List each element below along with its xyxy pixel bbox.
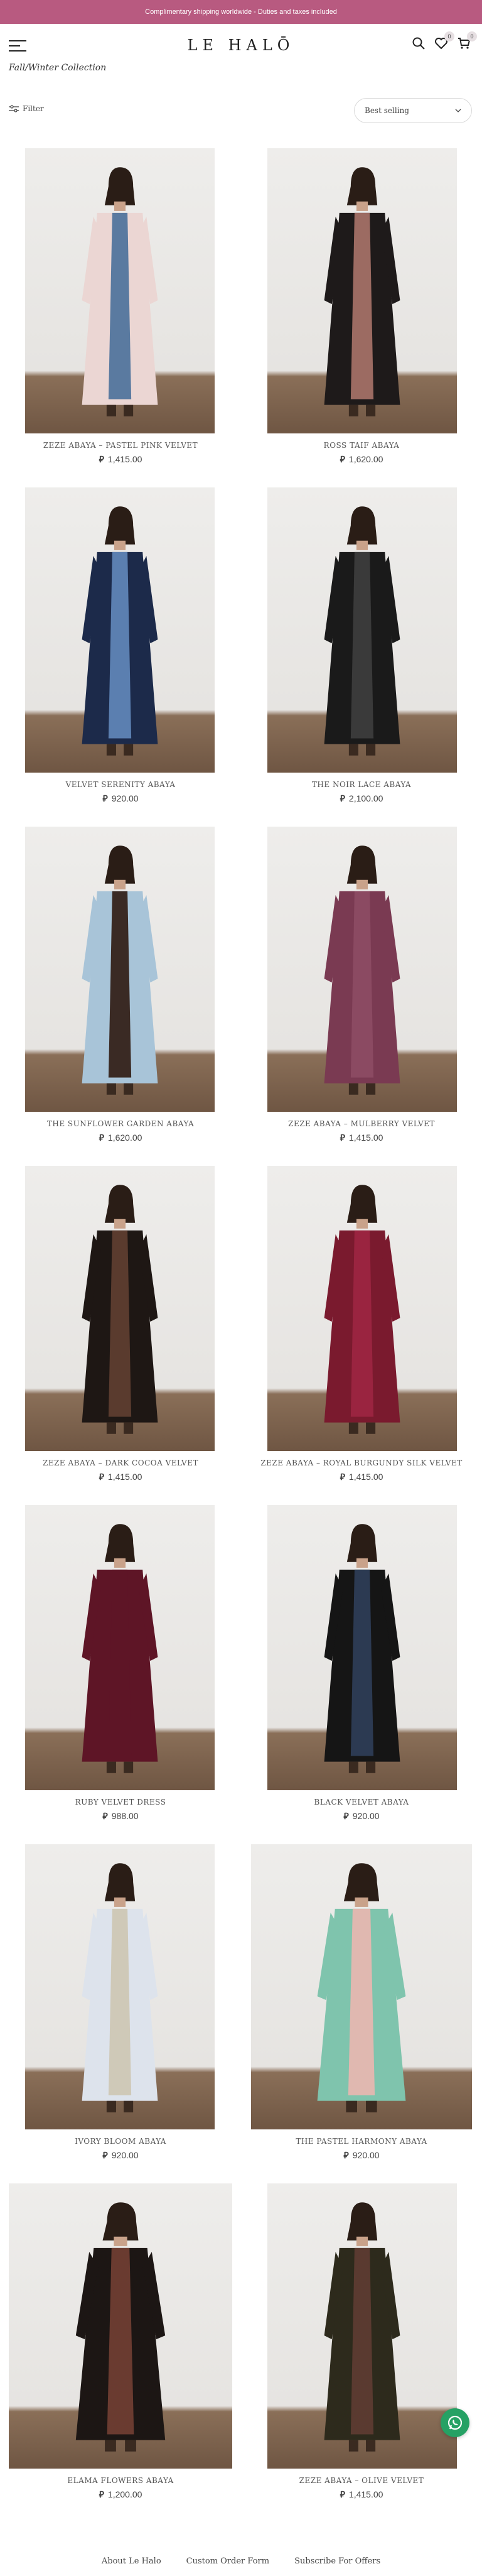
currency-icon: ⃁ <box>343 1811 349 1821</box>
price-amount: 920.00 <box>352 2150 380 2160</box>
product-price: ⃁ 1,620.00 <box>251 454 472 465</box>
cart-icon[interactable]: 0 <box>457 31 477 50</box>
footer-link-custom-order[interactable]: Custom Order Form <box>186 2557 269 2566</box>
product-price: ⃁ 920.00 <box>251 2149 472 2161</box>
currency-icon: ⃁ <box>102 793 108 803</box>
product-name[interactable]: ZEZE ABAYA – OLIVE VELVET <box>251 2476 472 2485</box>
price-amount: 1,200.00 <box>107 2489 142 2499</box>
wishlist-icon[interactable]: 0 <box>434 31 454 50</box>
price-amount: 1,415.00 <box>348 2489 383 2499</box>
site-logo[interactable]: LE HALŌ <box>0 36 482 54</box>
cart-count-badge: 0 <box>467 31 477 41</box>
sort-value: Best selling <box>365 106 409 115</box>
product-name[interactable]: IVORY BLOOM ABAYA <box>10 2137 231 2146</box>
price-amount: 988.00 <box>111 1811 139 1821</box>
product-image[interactable] <box>25 1844 215 2129</box>
currency-icon: ⃁ <box>340 1133 345 1143</box>
price-amount: 1,415.00 <box>107 1472 142 1482</box>
price-amount: 2,100.00 <box>348 793 383 803</box>
currency-icon: ⃁ <box>340 1472 345 1482</box>
price-amount: 920.00 <box>352 1811 380 1821</box>
price-amount: 1,620.00 <box>348 454 383 464</box>
currency-icon: ⃁ <box>102 2150 108 2160</box>
product-image[interactable] <box>267 487 457 773</box>
whatsapp-button[interactable] <box>441 2408 469 2437</box>
product-price: ⃁ 1,415.00 <box>10 454 231 465</box>
footer-links: About Le Halo Custom Order Form Subscrib… <box>0 2557 482 2566</box>
product-image[interactable] <box>25 487 215 773</box>
promo-bar: Complimentary shipping worldwide - Dutie… <box>0 0 482 24</box>
product-price: ⃁ 920.00 <box>251 1810 472 1822</box>
product-name[interactable]: BLACK VELVET ABAYA <box>251 1798 472 1807</box>
footer-link-about[interactable]: About Le Halo <box>102 2557 161 2566</box>
currency-icon: ⃁ <box>102 1811 108 1821</box>
chevron-down-icon <box>455 109 461 112</box>
collection-title: Fall/Winter Collection <box>9 63 107 73</box>
price-amount: 920.00 <box>111 793 139 803</box>
product-image[interactable] <box>25 1505 215 1790</box>
product-price: ⃁ 920.00 <box>10 793 231 804</box>
product-image[interactable] <box>9 2183 232 2469</box>
price-amount: 1,415.00 <box>107 454 142 464</box>
product-image[interactable] <box>25 827 215 1112</box>
currency-icon: ⃁ <box>340 2489 345 2499</box>
filter-button[interactable]: Filter <box>9 104 44 113</box>
product-image[interactable] <box>267 1505 457 1790</box>
header-icons: 0 0 <box>412 31 477 50</box>
product-name[interactable]: RUBY VELVET DRESS <box>10 1798 231 1807</box>
product-image[interactable] <box>267 1166 457 1451</box>
currency-icon: ⃁ <box>99 1133 104 1143</box>
product-image[interactable] <box>25 1166 215 1451</box>
product-name[interactable]: THE SUNFLOWER GARDEN ABAYA <box>10 1119 231 1128</box>
filter-label: Filter <box>23 104 44 113</box>
product-price: ⃁ 920.00 <box>10 2149 231 2161</box>
product-name[interactable]: ROSS TAIF ABAYA <box>251 441 472 450</box>
whatsapp-icon <box>447 2415 463 2430</box>
filter-icon <box>9 105 19 112</box>
product-name[interactable]: ZEZE ABAYA – DARK COCOA VELVET <box>10 1459 231 1467</box>
currency-icon: ⃁ <box>343 2150 349 2160</box>
currency-icon: ⃁ <box>99 1472 104 1482</box>
product-price: ⃁ 1,415.00 <box>10 1471 231 1482</box>
product-name[interactable]: ZEZE ABAYA – ROYAL BURGUNDY SILK VELVET <box>251 1459 472 1467</box>
currency-icon: ⃁ <box>340 793 345 803</box>
price-amount: 1,415.00 <box>348 1472 383 1482</box>
product-price: ⃁ 1,415.00 <box>251 1132 472 1143</box>
product-price: ⃁ 2,100.00 <box>251 793 472 804</box>
currency-icon: ⃁ <box>99 454 104 464</box>
product-image[interactable] <box>251 1844 472 2129</box>
product-price: ⃁ 1,620.00 <box>10 1132 231 1143</box>
product-price: ⃁ 988.00 <box>10 1810 231 1822</box>
product-image[interactable] <box>267 148 457 433</box>
product-name[interactable]: ZEZE ABAYA – PASTEL PINK VELVET <box>10 441 231 450</box>
product-name[interactable]: VELVET SERENITY ABAYA <box>10 780 231 789</box>
product-image[interactable] <box>267 827 457 1112</box>
product-name[interactable]: THE PASTEL HARMONY ABAYA <box>251 2137 472 2146</box>
search-icon[interactable] <box>412 36 426 50</box>
sort-select[interactable]: Best selling <box>354 98 472 123</box>
product-image[interactable] <box>267 2183 457 2469</box>
product-price: ⃁ 1,200.00 <box>10 2489 231 2500</box>
product-image[interactable] <box>25 148 215 433</box>
product-name[interactable]: THE NOIR LACE ABAYA <box>251 780 472 789</box>
product-name[interactable]: ELAMA FLOWERS ABAYA <box>10 2476 231 2485</box>
currency-icon: ⃁ <box>99 2489 104 2499</box>
currency-icon: ⃁ <box>340 454 345 464</box>
footer-link-subscribe[interactable]: Subscribe For Offers <box>294 2557 380 2566</box>
promo-text: Complimentary shipping worldwide - Dutie… <box>145 8 337 16</box>
price-amount: 920.00 <box>111 2150 139 2160</box>
site-header: LE HALŌ 0 0 <box>0 24 482 64</box>
price-amount: 1,620.00 <box>107 1133 142 1143</box>
product-price: ⃁ 1,415.00 <box>251 2489 472 2500</box>
wishlist-count-badge: 0 <box>444 31 454 41</box>
product-price: ⃁ 1,415.00 <box>251 1471 472 1482</box>
price-amount: 1,415.00 <box>348 1133 383 1143</box>
product-name[interactable]: ZEZE ABAYA – MULBERRY VELVET <box>251 1119 472 1128</box>
